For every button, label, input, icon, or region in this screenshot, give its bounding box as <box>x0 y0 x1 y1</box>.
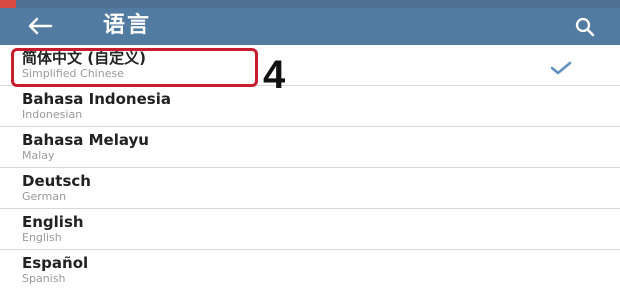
language-subtitle: Malay <box>22 149 55 162</box>
language-subtitle: Simplified Chinese <box>22 67 124 80</box>
language-item-bahasa-indonesia[interactable]: Bahasa Indonesia Indonesian <box>0 86 620 127</box>
check-icon <box>550 61 572 75</box>
language-title: Bahasa Indonesia <box>22 90 171 108</box>
language-list: 简体中文 (自定义) Simplified Chinese Bahasa Ind… <box>0 45 620 289</box>
language-title: Español <box>22 254 89 272</box>
language-subtitle: Indonesian <box>22 108 83 121</box>
back-button[interactable] <box>26 15 54 37</box>
search-button[interactable] <box>574 16 596 38</box>
notification-icon <box>0 0 16 8</box>
language-subtitle: English <box>22 231 62 244</box>
arrow-left-icon <box>28 17 53 35</box>
language-subtitle: German <box>22 190 67 203</box>
language-title: Deutsch <box>22 172 91 190</box>
language-item-simplified-chinese[interactable]: 简体中文 (自定义) Simplified Chinese <box>0 45 620 86</box>
app-bar: 语言 <box>0 8 620 45</box>
search-icon <box>575 17 595 37</box>
language-item-english[interactable]: English English <box>0 209 620 250</box>
language-settings-screen: 语言 简体中文 (自定义) Simplified Chinese Bahasa … <box>0 0 620 289</box>
page-title: 语言 <box>103 13 152 38</box>
step-number: 4 <box>263 53 286 97</box>
status-bar <box>0 0 620 8</box>
language-item-deutsch[interactable]: Deutsch German <box>0 168 620 209</box>
language-subtitle: Spanish <box>22 272 66 285</box>
language-title: 简体中文 (自定义) <box>22 49 146 67</box>
language-title: Bahasa Melayu <box>22 131 149 149</box>
language-item-espanol[interactable]: Español Spanish <box>0 250 620 289</box>
language-item-bahasa-melayu[interactable]: Bahasa Melayu Malay <box>0 127 620 168</box>
language-title: English <box>22 213 84 231</box>
